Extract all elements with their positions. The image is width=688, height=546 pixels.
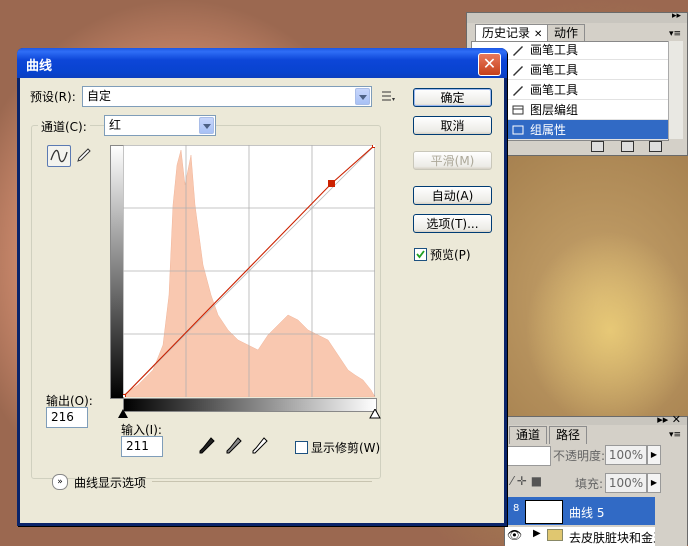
tab-actions-label: 动作 [554, 26, 579, 40]
auto-button[interactable]: 自动(A) [413, 186, 492, 205]
curve-control-point[interactable] [123, 394, 126, 398]
close-button[interactable]: ✕ [478, 53, 501, 76]
new-document-icon[interactable] [591, 141, 604, 152]
brush-icon [513, 66, 523, 76]
channel-select[interactable]: 红 [104, 115, 216, 136]
snapshot-icon[interactable] [621, 141, 634, 152]
input-gradient-bar [123, 398, 377, 412]
blend-mode-select[interactable] [507, 446, 551, 466]
trash-icon[interactable] [649, 141, 662, 152]
show-clipping-checkbox[interactable] [295, 441, 308, 454]
fill-label: 填充: [575, 477, 604, 491]
folder-icon [547, 529, 563, 541]
show-clipping-label: 显示修剪(W) [311, 441, 381, 455]
opacity-arrow-icon[interactable]: ▶ [647, 445, 661, 465]
output-gradient-bar [110, 145, 124, 399]
preset-select[interactable]: 自定 [82, 86, 372, 107]
chevron-down-icon [355, 88, 370, 105]
curve-control-point[interactable] [328, 180, 335, 187]
layers-scrollbar[interactable] [655, 497, 687, 546]
white-eyedropper-icon[interactable] [251, 436, 269, 456]
history-item-label: 画笔工具 [530, 63, 579, 77]
cancel-button[interactable]: 取消 [413, 116, 492, 135]
input-value: 211 [126, 439, 149, 453]
layer-name: 去皮肤脏块和金牙 [569, 531, 666, 545]
close-icon[interactable]: ▸▸ ✕ [657, 413, 681, 426]
curve-graph[interactable] [123, 145, 375, 397]
brush-icon [513, 46, 523, 56]
layers-panel: ▸▸ ✕ 通道 路径 ▾≡ 不透明度: 100% ▶ ⁄ ✛ ■ 填充: 100… [504, 413, 688, 546]
close-icon[interactable]: ✕ [534, 29, 542, 40]
input-field[interactable]: 211 [121, 436, 163, 457]
fill-arrow-icon[interactable]: ▶ [647, 473, 661, 493]
collapse-icon[interactable]: ▸▸ [672, 11, 681, 21]
black-eyedropper-icon[interactable] [198, 436, 216, 456]
group-properties-icon [512, 125, 524, 135]
preview-checkbox[interactable] [414, 248, 427, 261]
opacity-row: 不透明度: 100% ▶ [505, 443, 687, 467]
tab-history-label: 历史记录 [482, 26, 531, 40]
panel-menu-icon[interactable]: ▾≡ [669, 29, 681, 39]
expand-options-icon[interactable]: » [52, 474, 68, 490]
expand-arrow-icon[interactable]: ▶ [533, 528, 541, 539]
layer-name: 曲线 5 [569, 506, 605, 520]
tab-paths[interactable]: 路径 [549, 426, 588, 444]
dialog-titlebar[interactable]: 曲线 ✕ [17, 48, 507, 78]
link-icon: 8 [513, 503, 520, 514]
pencil-icon[interactable] [75, 146, 93, 164]
white-point-slider-icon[interactable] [369, 409, 381, 419]
history-item-label: 组属性 [530, 123, 567, 137]
curve-icon [50, 149, 68, 163]
tab-channels[interactable]: 通道 [509, 426, 548, 444]
options-button[interactable]: 选项(T)... [413, 214, 492, 233]
curve-tool-button[interactable] [47, 145, 71, 167]
output-field[interactable]: 216 [46, 407, 88, 428]
history-item-label: 画笔工具 [530, 43, 579, 57]
panel-menu-icon[interactable]: ▾≡ [669, 430, 681, 440]
channel-label: 通道(C): [38, 118, 90, 135]
lock-icons[interactable]: ⁄ ✛ ■ [511, 474, 542, 488]
layer-group-icon [512, 105, 524, 115]
lock-row: ⁄ ✛ ■ 填充: 100% ▶ [505, 471, 687, 493]
chevron-down-icon [199, 117, 214, 134]
checkmark-icon [416, 250, 425, 259]
curve-control-point[interactable] [372, 145, 376, 148]
dialog-body: 预设(R): 自定 通道(C): 红 输出(O): 216 输入(I): 211… [20, 78, 504, 523]
curves-dialog: 曲线 ✕ 预设(R): 自定 通道(C): 红 输出(O): 216 输入(I)… [17, 48, 507, 526]
opacity-field[interactable]: 100% [605, 445, 647, 465]
smooth-button[interactable]: 平滑(M) [413, 151, 492, 170]
dialog-title: 曲线 [26, 59, 53, 74]
panel-strip[interactable]: ▸▸ [467, 11, 687, 23]
brush-icon [513, 86, 523, 96]
preset-menu-icon[interactable] [380, 89, 396, 103]
history-item-label: 图层编组 [530, 103, 579, 117]
panel-strip[interactable]: ▸▸ ✕ [505, 413, 687, 426]
history-item-label: 画笔工具 [530, 83, 579, 97]
output-value: 216 [51, 410, 74, 424]
ok-button[interactable]: 确定 [413, 88, 492, 107]
channel-value: 红 [109, 118, 122, 132]
tab-channels-label: 通道 [516, 428, 541, 442]
display-options-label: 曲线显示选项 [74, 476, 147, 490]
fill-field[interactable]: 100% [605, 473, 647, 493]
layer-mask-thumbnail[interactable] [525, 500, 563, 524]
black-point-slider-icon[interactable] [117, 409, 129, 419]
tab-paths-label: 路径 [556, 428, 581, 442]
preset-label: 预设(R): [30, 90, 76, 104]
visibility-eye-icon[interactable]: 👁 [507, 528, 522, 542]
history-scrollbar[interactable] [668, 41, 683, 139]
layer-row-selected[interactable]: 8 曲线 5 [505, 497, 655, 525]
preset-value: 自定 [87, 89, 112, 103]
opacity-label: 不透明度: [553, 449, 606, 463]
options-divider [152, 481, 372, 482]
gray-eyedropper-icon[interactable] [225, 436, 243, 456]
preview-label: 预览(P) [430, 248, 471, 262]
